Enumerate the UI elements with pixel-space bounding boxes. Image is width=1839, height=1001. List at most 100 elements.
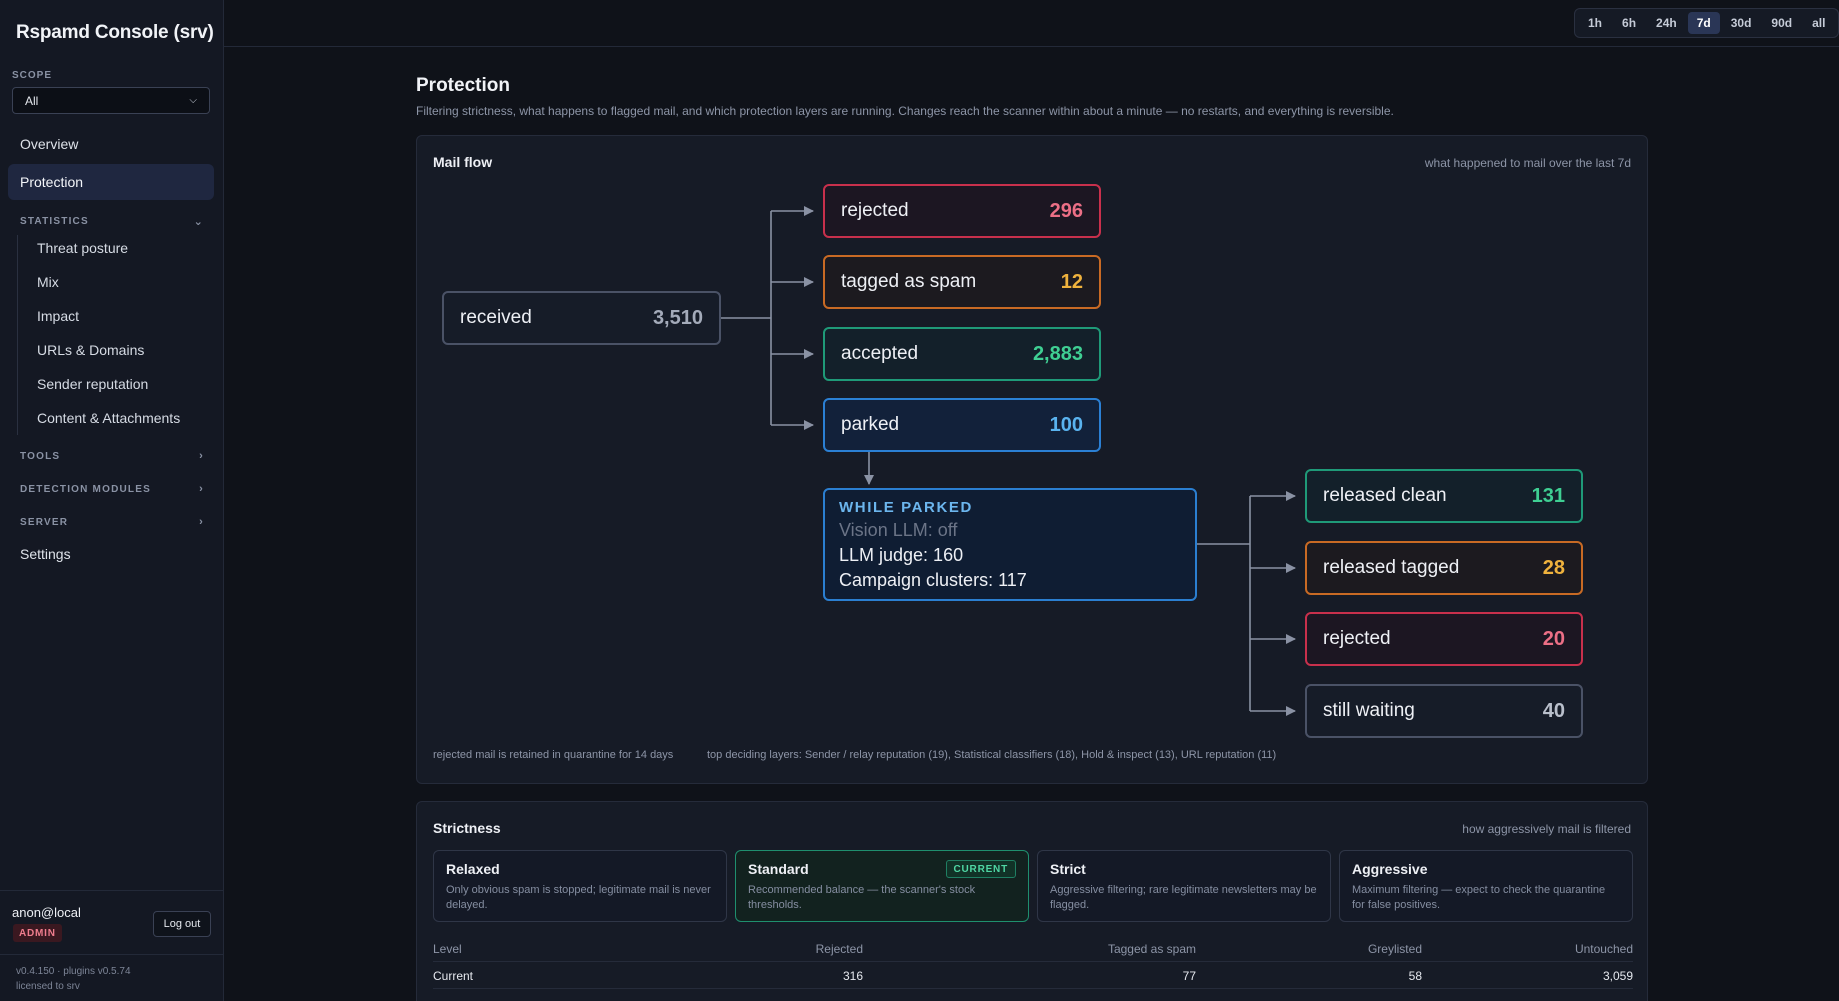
logout-button[interactable]: Log out [153, 911, 211, 937]
user-block: anon@local ADMIN Log out [0, 890, 224, 954]
level-desc: Aggressive filtering; rare legitimate ne… [1050, 884, 1317, 911]
flow-released-clean-value: 131 [1531, 484, 1565, 507]
flow-parked-rejected-label: rejected [1323, 628, 1391, 649]
flow-received: received 3,510 [442, 291, 721, 345]
sidebar-item-urls-domains[interactable]: URLs & Domains [37, 342, 144, 358]
flow-parked-rejected: rejected 20 [1305, 612, 1583, 666]
chevron-down-icon: ⌄ [193, 216, 204, 228]
chevron-right-icon: › [199, 516, 204, 528]
level-desc: Maximum filtering — expect to check the … [1352, 884, 1606, 911]
page-subtitle: Filtering strictness, what happens to fl… [416, 104, 1394, 118]
level-desc: Recommended balance — the scanner's stoc… [748, 884, 976, 911]
level-name: Aggressive [1352, 861, 1428, 877]
flow-tagged-label: tagged as spam [841, 271, 977, 292]
chevron-right-icon: › [199, 483, 204, 495]
strictness-hint: how aggressively mail is filtered [1462, 822, 1631, 836]
flow-rejected-label: rejected [841, 200, 909, 221]
section-detection-modules[interactable]: DETECTION MODULES › [20, 483, 204, 495]
strictness-table-header: Level Rejected Tagged as spam Greylisted… [433, 936, 1633, 962]
flow-accepted-value: 2,883 [1032, 342, 1083, 365]
level-card-standard[interactable]: Standard CURRENT Recommended balance — t… [735, 850, 1029, 922]
flow-rejected-value: 296 [1049, 199, 1083, 222]
current-badge: CURRENT [945, 860, 1016, 878]
level-desc: Only obvious spam is stopped; legitimate… [446, 884, 711, 911]
while-parked-box: WHILE PARKED Vision LLM: off LLM judge: … [823, 488, 1197, 601]
cell-level: Current [433, 968, 474, 983]
flow-parked-value: 100 [1049, 413, 1083, 436]
scope-select-value: All [25, 93, 39, 108]
cell-tagged: 77 [1182, 968, 1196, 983]
strictness-title: Strictness [433, 820, 501, 836]
role-badge: ADMIN [13, 924, 62, 942]
flow-parked-rejected-value: 20 [1542, 627, 1565, 650]
flow-accepted: accepted 2,883 [823, 327, 1101, 381]
license-text: licensed to srv [16, 981, 80, 992]
section-tools[interactable]: TOOLS › [20, 450, 204, 462]
sidebar-item-threat-posture[interactable]: Threat posture [37, 240, 128, 256]
app-title: Rspamd Console (srv) [16, 22, 214, 43]
vision-llm-status: Vision LLM: off [839, 520, 958, 540]
range-90d[interactable]: 90d [1762, 12, 1801, 34]
section-server-label: SERVER [20, 516, 69, 528]
section-statistics[interactable]: STATISTICS ⌄ [20, 215, 204, 228]
flow-released-tagged-value: 28 [1542, 556, 1565, 579]
campaign-clusters-count: Campaign clusters: 117 [839, 570, 1027, 590]
page-title: Protection [416, 75, 510, 96]
flow-received-label: received [460, 307, 532, 328]
section-server[interactable]: SERVER › [20, 516, 204, 528]
level-card-strict[interactable]: Strict Aggressive filtering; rare legiti… [1037, 850, 1331, 922]
section-statistics-label: STATISTICS [20, 216, 89, 227]
nav-item-protection[interactable]: Protection [8, 164, 214, 200]
flow-parked-label: parked [841, 414, 900, 435]
sidebar-item-impact[interactable]: Impact [37, 308, 79, 324]
flow-parked: parked 100 [823, 398, 1101, 452]
flow-released-tagged-label: released tagged [1323, 557, 1460, 578]
flow-tagged-value: 12 [1060, 270, 1083, 293]
level-card-aggressive[interactable]: Aggressive Maximum filtering — expect to… [1339, 850, 1633, 922]
nav-item-settings[interactable]: Settings [8, 536, 214, 572]
col-rejected: Rejected [815, 941, 863, 956]
version-text: v0.4.150 · plugins v0.5.74 [16, 966, 131, 977]
user-name: anon@local [12, 905, 81, 920]
sidebar-item-content-attachments[interactable]: Content & Attachments [37, 410, 180, 426]
version-block: v0.4.150 · plugins v0.5.74 licensed to s… [0, 954, 224, 1001]
col-level: Level [433, 941, 462, 956]
scope-label: SCOPE [12, 70, 53, 81]
mail-flow-panel: Mail flow what happened to mail over the… [416, 135, 1648, 784]
llm-judge-count: LLM judge: 160 [839, 545, 964, 565]
col-untouched: Untouched [1574, 941, 1633, 956]
range-all[interactable]: all [1803, 12, 1834, 34]
sidebar: Rspamd Console (srv) SCOPE All ⌵ Overvie… [0, 0, 224, 1001]
range-7d[interactable]: 7d [1687, 12, 1720, 34]
chevron-right-icon: › [199, 450, 204, 462]
deciding-layers-note: top deciding layers: Sender / relay repu… [707, 749, 1277, 761]
flow-still-waiting-label: still waiting [1323, 700, 1415, 721]
nav-item-overview[interactable]: Overview [8, 126, 214, 162]
level-card-relaxed[interactable]: Relaxed Only obvious spam is stopped; le… [433, 850, 727, 922]
flow-still-waiting-value: 40 [1542, 699, 1565, 722]
cell-greylisted: 58 [1408, 968, 1422, 983]
flow-received-value: 3,510 [652, 306, 703, 329]
while-parked-title: WHILE PARKED [839, 499, 973, 516]
section-tools-label: TOOLS [20, 450, 61, 462]
topbar: 1h 6h 24h 7d 30d 90d all [224, 0, 1839, 47]
level-name: Relaxed [446, 861, 500, 877]
flow-rejected: rejected 296 [823, 184, 1101, 238]
flow-released-clean-label: released clean [1323, 485, 1447, 506]
range-6h[interactable]: 6h [1613, 12, 1645, 34]
sidebar-item-sender-reputation[interactable]: Sender reputation [37, 376, 148, 392]
flow-released-tagged: released tagged 28 [1305, 541, 1583, 595]
flow-accepted-label: accepted [841, 343, 919, 364]
chevron-down-icon: ⌵ [189, 95, 197, 106]
range-24h[interactable]: 24h [1647, 12, 1686, 34]
col-tagged: Tagged as spam [1107, 941, 1196, 956]
flow-released-clean: released clean 131 [1305, 469, 1583, 523]
flow-still-waiting: still waiting 40 [1305, 684, 1583, 738]
range-30d[interactable]: 30d [1722, 12, 1761, 34]
retention-note: rejected mail is retained in quarantine … [433, 749, 674, 761]
range-1h[interactable]: 1h [1579, 12, 1611, 34]
scope-select[interactable]: All ⌵ [12, 87, 210, 114]
sidebar-item-mix[interactable]: Mix [37, 274, 59, 290]
col-greylisted: Greylisted [1367, 941, 1422, 956]
submenu-rail [17, 235, 18, 435]
